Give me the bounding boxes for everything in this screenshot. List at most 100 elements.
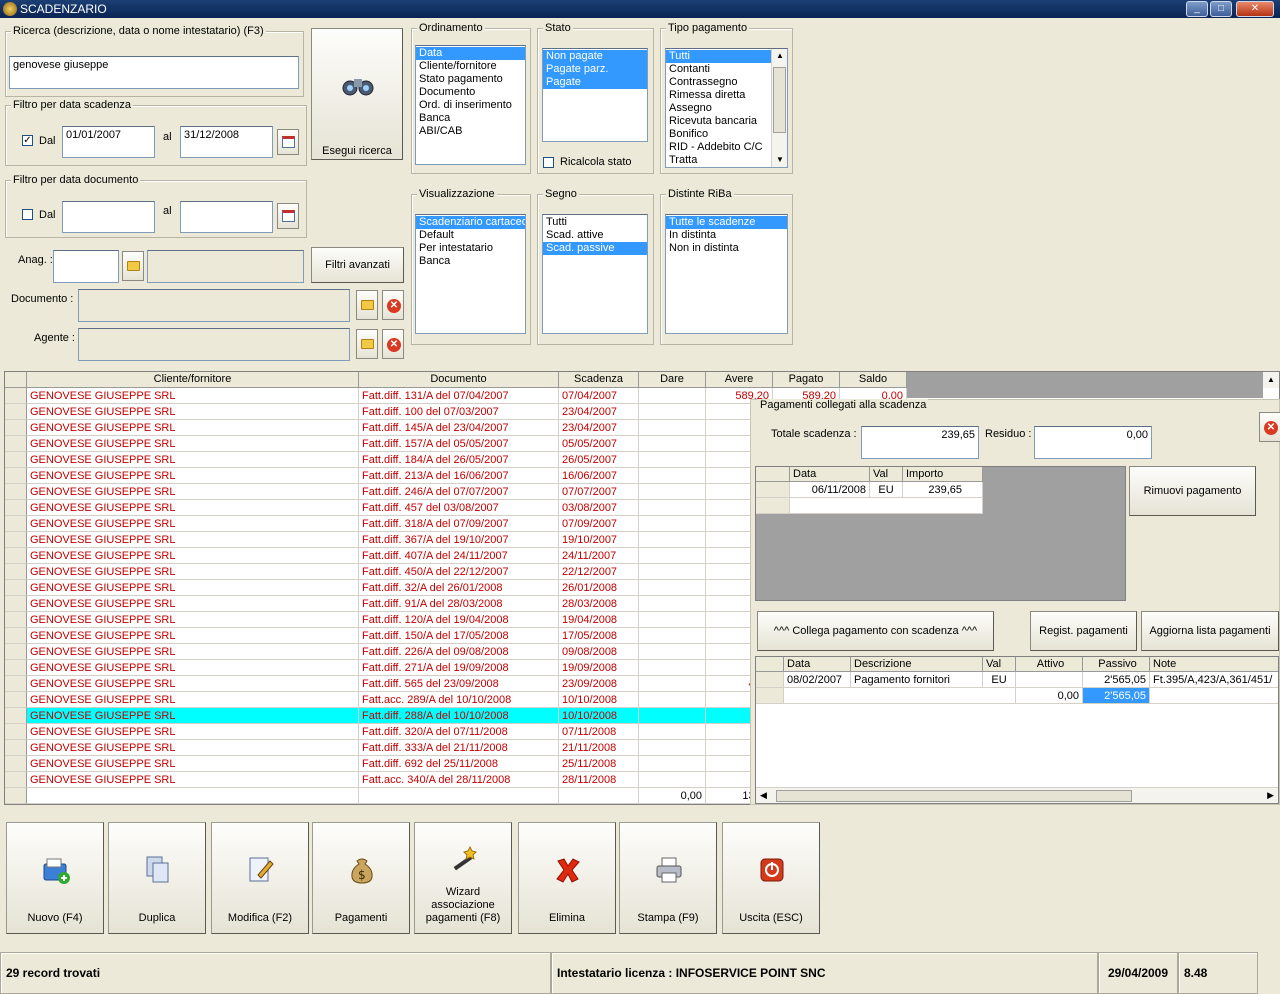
- cell-dare[interactable]: [639, 548, 706, 564]
- row-indicator[interactable]: [5, 708, 27, 724]
- ordinamento-option[interactable]: Stato pagamento: [416, 73, 525, 86]
- cell-dare[interactable]: [639, 532, 706, 548]
- cell-dare[interactable]: [639, 724, 706, 740]
- cell-scadenza[interactable]: 23/04/2007: [559, 404, 639, 420]
- cell-scadenza[interactable]: 19/10/2007: [559, 532, 639, 548]
- cell-scadenza[interactable]: 05/05/2007: [559, 436, 639, 452]
- cell-dare[interactable]: [639, 436, 706, 452]
- segno-option[interactable]: Scad. attive: [543, 229, 647, 242]
- cell-cliente[interactable]: GENOVESE GIUSEPPE SRL: [27, 596, 359, 612]
- cell-cliente[interactable]: GENOVESE GIUSEPPE SRL: [27, 548, 359, 564]
- linked-payments-grid[interactable]: Data Val Importo 06/11/2008 EU 239,65: [755, 466, 1126, 601]
- cell-cliente[interactable]: GENOVESE GIUSEPPE SRL: [27, 388, 359, 404]
- ordinamento-option[interactable]: Documento: [416, 86, 525, 99]
- ordinamento-option[interactable]: Banca: [416, 112, 525, 125]
- sort-listbox[interactable]: Data Cliente/fornitore Stato pagamento Docu…: [415, 45, 526, 165]
- tipo_pagamento-option[interactable]: Tratta: [666, 154, 787, 167]
- anag-code-input[interactable]: [53, 250, 119, 283]
- stato-option[interactable]: Pagate: [543, 76, 647, 89]
- scroll-left-icon[interactable]: ◀: [760, 790, 767, 801]
- cell-cliente[interactable]: GENOVESE GIUSEPPE SRL: [27, 676, 359, 692]
- doc-date-calendar-button[interactable]: [277, 203, 299, 229]
- plist-note[interactable]: Ft.395/A,423/A,361/451/: [1150, 672, 1278, 688]
- cell-cliente[interactable]: GENOVESE GIUSEPPE SRL: [27, 772, 359, 788]
- plist-header-descrizione[interactable]: Descrizione: [851, 657, 983, 672]
- cell-dare[interactable]: [639, 772, 706, 788]
- cell-dare[interactable]: [639, 564, 706, 580]
- row-indicator[interactable]: [5, 676, 27, 692]
- cell-dare[interactable]: [639, 420, 706, 436]
- plist-attivo[interactable]: [1016, 672, 1083, 688]
- stato-option[interactable]: Non pagate: [543, 50, 647, 63]
- cell-scadenza[interactable]: 19/09/2008: [559, 660, 639, 676]
- cell-documento[interactable]: Fatt.diff. 367/A del 19/10/2007: [359, 532, 559, 548]
- cell-scadenza[interactable]: 28/11/2008: [559, 772, 639, 788]
- riba-listbox[interactable]: Tutte le scadenze In distinta Non in disti…: [665, 214, 788, 334]
- tipo_pagamento-option[interactable]: Ricevuta bancaria: [666, 115, 787, 128]
- cell-scadenza[interactable]: 10/10/2008: [559, 692, 639, 708]
- doc-date-filter-checkbox[interactable]: [22, 209, 33, 220]
- row-indicator[interactable]: [5, 756, 27, 772]
- toolbar-button-delete[interactable]: Elimina: [518, 822, 616, 934]
- cell-documento[interactable]: Fatt.diff. 145/A del 23/04/2007: [359, 420, 559, 436]
- toolbar-button-money-bag[interactable]: $ Pagamenti: [312, 822, 410, 934]
- cell-documento[interactable]: Fatt.diff. 32/A del 26/01/2008: [359, 580, 559, 596]
- cell-documento[interactable]: Fatt.diff. 150/A del 17/05/2008: [359, 628, 559, 644]
- stato-option[interactable]: Pagate parz.: [543, 63, 647, 76]
- tipo_pagamento-option[interactable]: Contanti: [666, 63, 787, 76]
- visualizzazione-option[interactable]: Per intestatario: [416, 242, 525, 255]
- view-listbox[interactable]: Scadenziario cartaceo Default Per intestat…: [415, 214, 526, 334]
- documento-clear-button[interactable]: ✕: [382, 290, 404, 320]
- cell-cliente[interactable]: GENOVESE GIUSEPPE SRL: [27, 756, 359, 772]
- search-input[interactable]: genovese giuseppe: [9, 56, 299, 89]
- cell-cliente[interactable]: GENOVESE GIUSEPPE SRL: [27, 404, 359, 420]
- recalc-status-checkbox[interactable]: [543, 157, 554, 168]
- cell-dare[interactable]: [639, 628, 706, 644]
- cell-dare[interactable]: [639, 516, 706, 532]
- sgrid-header-val[interactable]: Val: [870, 467, 903, 482]
- close-button[interactable]: ✕: [1236, 1, 1274, 17]
- cell-scadenza[interactable]: 16/06/2007: [559, 468, 639, 484]
- cell-cliente[interactable]: GENOVESE GIUSEPPE SRL: [27, 484, 359, 500]
- cell-scadenza[interactable]: 23/04/2007: [559, 420, 639, 436]
- payment-currency[interactable]: EU: [870, 482, 903, 498]
- row-indicator[interactable]: [5, 484, 27, 500]
- row-indicator[interactable]: [5, 468, 27, 484]
- link-payment-button[interactable]: ^^^ Collega pagamento con scadenza ^^^: [757, 611, 994, 651]
- cell-scadenza[interactable]: 22/12/2007: [559, 564, 639, 580]
- distinte-option[interactable]: Non in distinta: [666, 242, 787, 255]
- cell-documento[interactable]: Fatt.acc. 340/A del 28/11/2008: [359, 772, 559, 788]
- cell-cliente[interactable]: GENOVESE GIUSEPPE SRL: [27, 644, 359, 660]
- refresh-payments-button[interactable]: Aggiorna lista pagamenti: [1141, 611, 1279, 651]
- segno-option[interactable]: Scad. passive: [543, 242, 647, 255]
- row-indicator[interactable]: [5, 548, 27, 564]
- visualizzazione-option[interactable]: Default: [416, 229, 525, 242]
- cell-dare[interactable]: [639, 388, 706, 404]
- cell-dare[interactable]: [639, 676, 706, 692]
- plist-hscrollbar[interactable]: ◀ ▶: [756, 787, 1278, 803]
- ordinamento-option[interactable]: Data: [416, 47, 525, 60]
- cell-dare[interactable]: [639, 452, 706, 468]
- row-indicator[interactable]: [5, 516, 27, 532]
- cell-cliente[interactable]: GENOVESE GIUSEPPE SRL: [27, 564, 359, 580]
- plist-currency[interactable]: EU: [983, 672, 1016, 688]
- advanced-filters-button[interactable]: Filtri avanzati: [311, 247, 404, 283]
- minimize-button[interactable]: _: [1186, 1, 1208, 17]
- due-date-from-input[interactable]: 01/01/2007: [62, 126, 155, 158]
- cell-dare[interactable]: [639, 404, 706, 420]
- grid-header-documento[interactable]: Documento: [359, 372, 559, 388]
- cell-scadenza[interactable]: 23/09/2008: [559, 676, 639, 692]
- due-date-calendar-button[interactable]: [277, 129, 299, 155]
- sgrid-header-data[interactable]: Data: [790, 467, 870, 482]
- distinte-option[interactable]: In distinta: [666, 229, 787, 242]
- row-indicator[interactable]: [5, 692, 27, 708]
- cell-documento[interactable]: Fatt.diff. 246/A del 07/07/2007: [359, 484, 559, 500]
- cell-documento[interactable]: Fatt.diff. 565 del 23/09/2008: [359, 676, 559, 692]
- payment-type-scrollbar[interactable]: ▲ ▼: [771, 49, 787, 167]
- cell-documento[interactable]: Fatt.diff. 184/A del 26/05/2007: [359, 452, 559, 468]
- row-indicator[interactable]: [5, 532, 27, 548]
- row-indicator[interactable]: [5, 580, 27, 596]
- cell-cliente[interactable]: GENOVESE GIUSEPPE SRL: [27, 692, 359, 708]
- cell-scadenza[interactable]: 19/04/2008: [559, 612, 639, 628]
- sgrid-header-importo[interactable]: Importo: [903, 467, 983, 482]
